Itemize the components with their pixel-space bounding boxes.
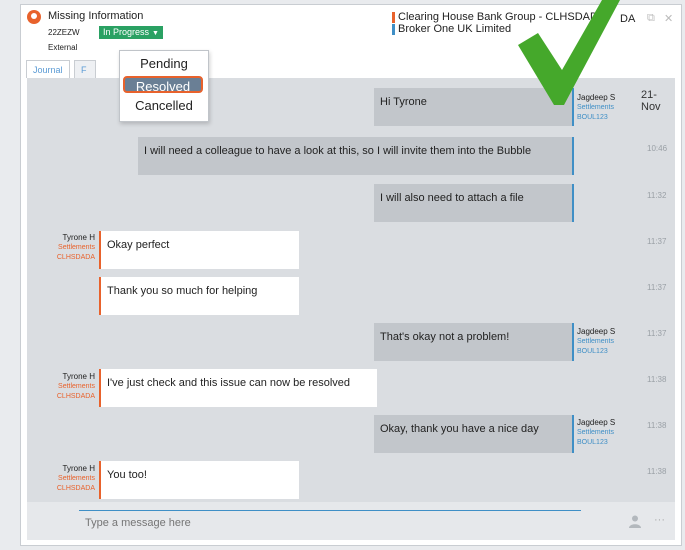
alert-icon bbox=[27, 10, 41, 24]
message-text: I will need a colleague to have a look a… bbox=[144, 145, 532, 157]
message-bubble: Okay, thank you have a nice day bbox=[374, 415, 574, 453]
sender-role: Settlements bbox=[58, 475, 95, 482]
sender-info: Tyrone H Settlements CLHSDADA bbox=[27, 372, 95, 402]
status-label: In Progress bbox=[103, 27, 150, 37]
message-text: Okay, thank you have a nice day bbox=[380, 423, 539, 435]
status-menu: Pending Resolved Cancelled bbox=[119, 50, 209, 122]
caret-down-icon: ▼ bbox=[152, 30, 159, 37]
sender-name: Jagdeep S bbox=[577, 327, 616, 336]
sender-info: Jagdeep S Settlements BOUL123 bbox=[577, 93, 615, 123]
status-option-pending[interactable]: Pending bbox=[120, 56, 208, 71]
sender-role: Settlements bbox=[58, 383, 95, 390]
message-bubble: Hi Tyrone bbox=[374, 88, 574, 126]
message-bubble: I've just check and this issue can now b… bbox=[99, 369, 377, 407]
more-options-icon[interactable]: ··· bbox=[654, 514, 665, 526]
sender-info: Jagdeep S Settlements BOUL123 bbox=[577, 418, 615, 448]
sender-info: Jagdeep S Settlements BOUL123 bbox=[577, 327, 615, 357]
status-option-cancelled[interactable]: Cancelled bbox=[120, 98, 208, 113]
sender-role: Settlements bbox=[58, 244, 95, 251]
sender-role: Settlements bbox=[577, 429, 614, 436]
sender-code: BOUL123 bbox=[577, 439, 608, 446]
tab-journal[interactable]: Journal bbox=[26, 60, 70, 78]
case-type: External bbox=[48, 43, 78, 52]
sender-info: Tyrone H Settlements CLHSDADA bbox=[27, 464, 95, 494]
message-thread: 21-Nov Hi Tyrone Jagdeep S Settlements B… bbox=[27, 78, 675, 502]
header-right-text: DA bbox=[620, 13, 636, 25]
chat-window: Missing Information 22ZEZW In Progress ▼ … bbox=[20, 4, 682, 546]
case-title: Missing Information bbox=[48, 10, 144, 22]
sender-code: BOUL123 bbox=[577, 114, 608, 121]
popout-icon[interactable]: ⧉ bbox=[647, 12, 655, 25]
message-bubble: I will need a colleague to have a look a… bbox=[138, 137, 574, 175]
message-time: 11:38 bbox=[647, 375, 667, 384]
status-dropdown[interactable]: In Progress ▼ bbox=[99, 26, 163, 39]
close-icon[interactable]: ✕ bbox=[664, 12, 673, 25]
sender-code: CLHSDADA bbox=[56, 254, 95, 261]
sender-name: Tyrone H bbox=[62, 464, 95, 473]
sender-info: Tyrone H Settlements CLHSDADA bbox=[27, 233, 95, 263]
sender-code: CLHSDADA bbox=[56, 485, 95, 492]
message-text: I will also need to attach a file bbox=[380, 192, 524, 204]
message-time: 11:38 bbox=[647, 421, 667, 430]
date-label: 21-Nov bbox=[641, 89, 661, 113]
message-time: 11:32 bbox=[647, 191, 667, 200]
message-input[interactable] bbox=[83, 516, 567, 530]
message-bubble: I will also need to attach a file bbox=[374, 184, 574, 222]
message-text: Okay perfect bbox=[107, 239, 170, 251]
message-time: 11:37 bbox=[647, 283, 667, 292]
counterparty-name: Clearing House Bank Group - CLHSDADA bbox=[398, 11, 606, 23]
message-bubble: Thank you so much for helping bbox=[99, 277, 299, 315]
counterparty-color-bar bbox=[392, 24, 395, 35]
sender-name: Tyrone H bbox=[62, 372, 95, 381]
counterparty-color-bar bbox=[392, 12, 395, 23]
message-bubble: Okay perfect bbox=[99, 231, 299, 269]
message-composer: ··· bbox=[27, 502, 675, 540]
sender-name: Jagdeep S bbox=[577, 418, 616, 427]
message-time: 11:37 bbox=[647, 237, 667, 246]
message-text: Hi Tyrone bbox=[380, 96, 427, 108]
user-icon[interactable] bbox=[629, 515, 641, 528]
sender-code: CLHSDADA bbox=[56, 393, 95, 400]
case-reference: 22ZEZW bbox=[48, 28, 80, 37]
sender-name: Jagdeep S bbox=[577, 93, 616, 102]
message-bubble: That's okay not a problem! bbox=[374, 323, 574, 361]
tab-files[interactable]: F bbox=[74, 60, 96, 78]
sender-name: Tyrone H bbox=[62, 233, 95, 242]
message-text: That's okay not a problem! bbox=[380, 331, 510, 343]
status-option-resolved[interactable]: Resolved bbox=[123, 76, 203, 94]
sender-role: Settlements bbox=[577, 338, 614, 345]
message-time: 11:38 bbox=[647, 467, 667, 476]
message-time: 10:46 bbox=[647, 144, 668, 153]
composer-divider bbox=[79, 510, 581, 511]
counterparty-name: Broker One UK Limited bbox=[398, 23, 512, 35]
message-text: I've just check and this issue can now b… bbox=[107, 377, 351, 389]
message-bubble: You too! bbox=[99, 461, 299, 499]
sender-role: Settlements bbox=[577, 104, 614, 111]
message-text: Thank you so much for helping bbox=[107, 285, 258, 297]
sender-code: BOUL123 bbox=[577, 348, 608, 355]
message-time: 11:37 bbox=[647, 329, 667, 338]
message-text: You too! bbox=[107, 469, 147, 481]
